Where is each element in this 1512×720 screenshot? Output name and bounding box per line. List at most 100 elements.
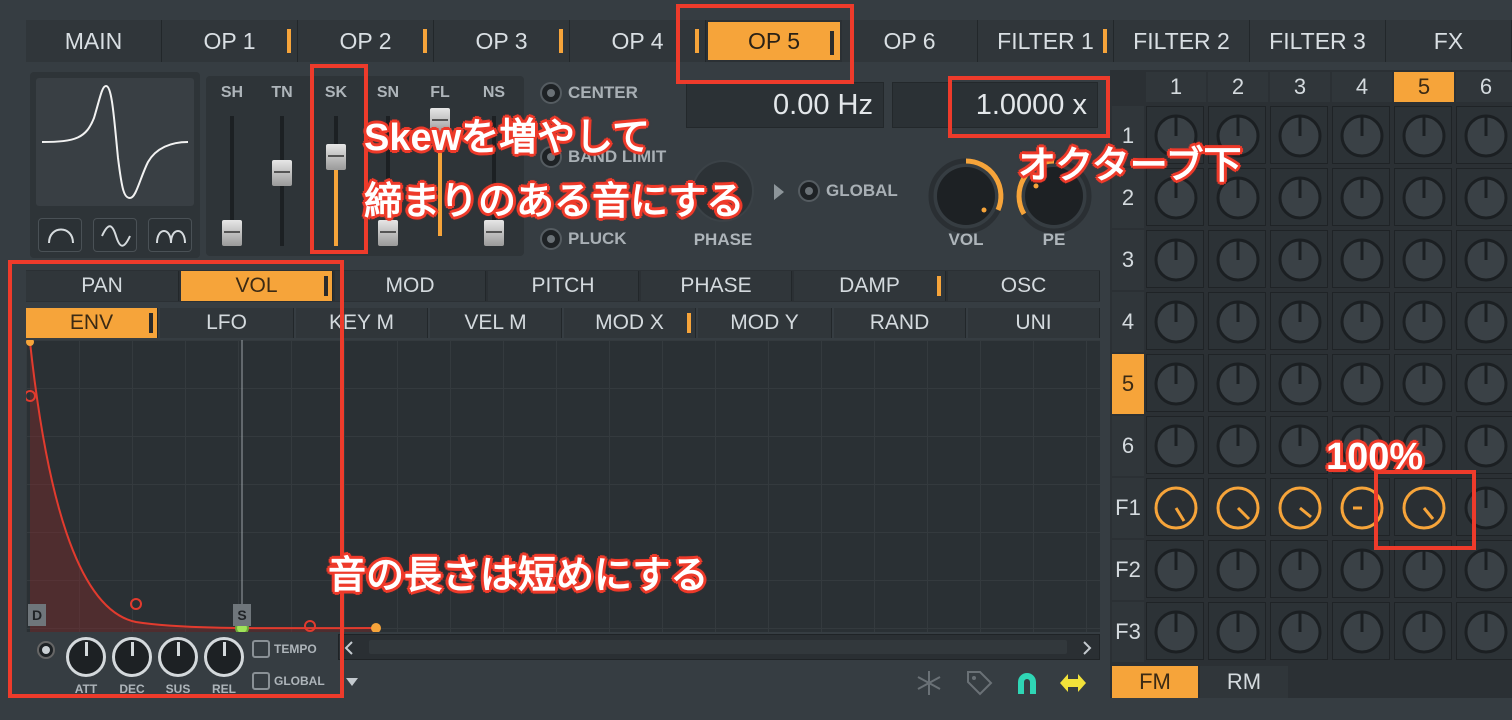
matrix-cell[interactable] [1270,478,1328,536]
fm-mode-button[interactable]: FM [1112,666,1198,698]
matrix-cell[interactable] [1146,230,1204,288]
shape-half-sine-button[interactable] [38,218,82,252]
tab-mod-x[interactable]: MOD X [564,308,696,338]
matrix-knob[interactable] [1457,231,1512,289]
matrix-knob[interactable] [1395,231,1453,289]
matrix-knob[interactable] [1209,479,1267,537]
stretch-arrows-icon[interactable] [1058,670,1088,696]
matrix-knob[interactable] [1395,355,1453,413]
matrix-knob[interactable] [1271,417,1329,475]
matrix-cell[interactable] [1208,478,1266,536]
matrix-cell[interactable] [1456,168,1512,226]
scroll-left-icon[interactable] [343,640,355,656]
vol-knob[interactable] [928,158,1004,234]
matrix-knob[interactable] [1147,479,1205,537]
matrix-knob[interactable] [1457,107,1512,165]
shape-double-hump-button[interactable] [148,218,192,252]
matrix-knob[interactable] [1147,417,1205,475]
tab-fx[interactable]: FX [1386,20,1512,62]
tab-pitch[interactable]: PITCH [488,271,639,301]
tab-filter2[interactable]: FILTER 2 [1114,20,1250,62]
matrix-knob[interactable] [1209,355,1267,413]
matrix-cell[interactable] [1208,354,1266,412]
matrix-knob[interactable] [1395,107,1453,165]
matrix-knob[interactable] [1271,293,1329,351]
fader-tn[interactable] [272,160,292,186]
matrix-knob[interactable] [1457,603,1512,661]
matrix-knob[interactable] [1147,355,1205,413]
matrix-knob[interactable] [1395,603,1453,661]
matrix-cell[interactable] [1270,354,1328,412]
matrix-cell[interactable] [1394,106,1452,164]
matrix-knob[interactable] [1271,231,1329,289]
tab-damp[interactable]: DAMP [794,271,946,301]
matrix-cell[interactable] [1394,602,1452,660]
fader-sh[interactable] [222,220,242,246]
matrix-cell[interactable] [1208,416,1266,474]
matrix-cell[interactable] [1332,230,1390,288]
matrix-knob[interactable] [1271,107,1329,165]
snowflake-icon[interactable] [914,668,944,698]
matrix-knob[interactable] [1333,293,1391,351]
matrix-cell[interactable] [1146,540,1204,598]
matrix-cell[interactable] [1208,602,1266,660]
matrix-cell[interactable] [1332,292,1390,350]
matrix-cell[interactable] [1394,354,1452,412]
matrix-cell[interactable] [1394,168,1452,226]
dropdown-arrow-icon[interactable] [344,676,360,688]
matrix-knob[interactable] [1333,603,1391,661]
matrix-knob[interactable] [1209,417,1267,475]
matrix-knob[interactable] [1395,169,1453,227]
matrix-knob[interactable] [1333,107,1391,165]
matrix-knob[interactable] [1147,541,1205,599]
matrix-knob[interactable] [1209,231,1267,289]
matrix-cell[interactable] [1270,416,1328,474]
tab-op3[interactable]: OP 3 [434,20,570,62]
matrix-knob[interactable] [1209,293,1267,351]
tab-phase[interactable]: PHASE [641,271,792,301]
matrix-cell[interactable] [1208,292,1266,350]
tab-uni[interactable]: UNI [968,308,1100,338]
matrix-cell[interactable] [1270,292,1328,350]
matrix-cell[interactable] [1270,168,1328,226]
tab-mod[interactable]: MOD [335,271,486,301]
matrix-cell[interactable] [1146,354,1204,412]
matrix-knob[interactable] [1271,355,1329,413]
tab-op1[interactable]: OP 1 [162,20,298,62]
matrix-knob[interactable] [1333,355,1391,413]
matrix-cell[interactable] [1456,230,1512,288]
matrix-knob[interactable] [1457,355,1512,413]
matrix-cell[interactable] [1456,354,1512,412]
matrix-knob[interactable] [1457,169,1512,227]
matrix-knob[interactable] [1333,169,1391,227]
matrix-cell[interactable] [1146,292,1204,350]
matrix-cell[interactable] [1146,416,1204,474]
scroll-thumb[interactable] [369,640,1067,654]
matrix-cell[interactable] [1456,292,1512,350]
matrix-knob[interactable] [1333,231,1391,289]
rm-mode-button[interactable]: RM [1200,666,1288,698]
matrix-cell[interactable] [1208,230,1266,288]
matrix-knob[interactable] [1271,603,1329,661]
matrix-knob[interactable] [1147,603,1205,661]
tab-main[interactable]: MAIN [26,20,162,62]
matrix-cell[interactable] [1332,354,1390,412]
tab-rand[interactable]: RAND [834,308,966,338]
matrix-knob[interactable] [1457,417,1512,475]
matrix-knob[interactable] [1271,479,1329,537]
matrix-knob[interactable] [1457,293,1512,351]
scroll-right-icon[interactable] [1081,640,1093,656]
tab-filter3[interactable]: FILTER 3 [1250,20,1386,62]
matrix-cell[interactable] [1146,478,1204,536]
matrix-cell[interactable] [1270,106,1328,164]
tag-icon[interactable] [964,668,994,698]
shape-sine-button[interactable] [93,218,137,252]
tab-filter1[interactable]: FILTER 1 [978,20,1114,62]
matrix-knob[interactable] [1209,603,1267,661]
tab-op6[interactable]: OP 6 [842,20,978,62]
center-option[interactable]: CENTER [540,82,638,104]
matrix-cell[interactable] [1394,292,1452,350]
matrix-knob[interactable] [1395,293,1453,351]
matrix-cell[interactable] [1332,106,1390,164]
matrix-cell[interactable] [1456,416,1512,474]
